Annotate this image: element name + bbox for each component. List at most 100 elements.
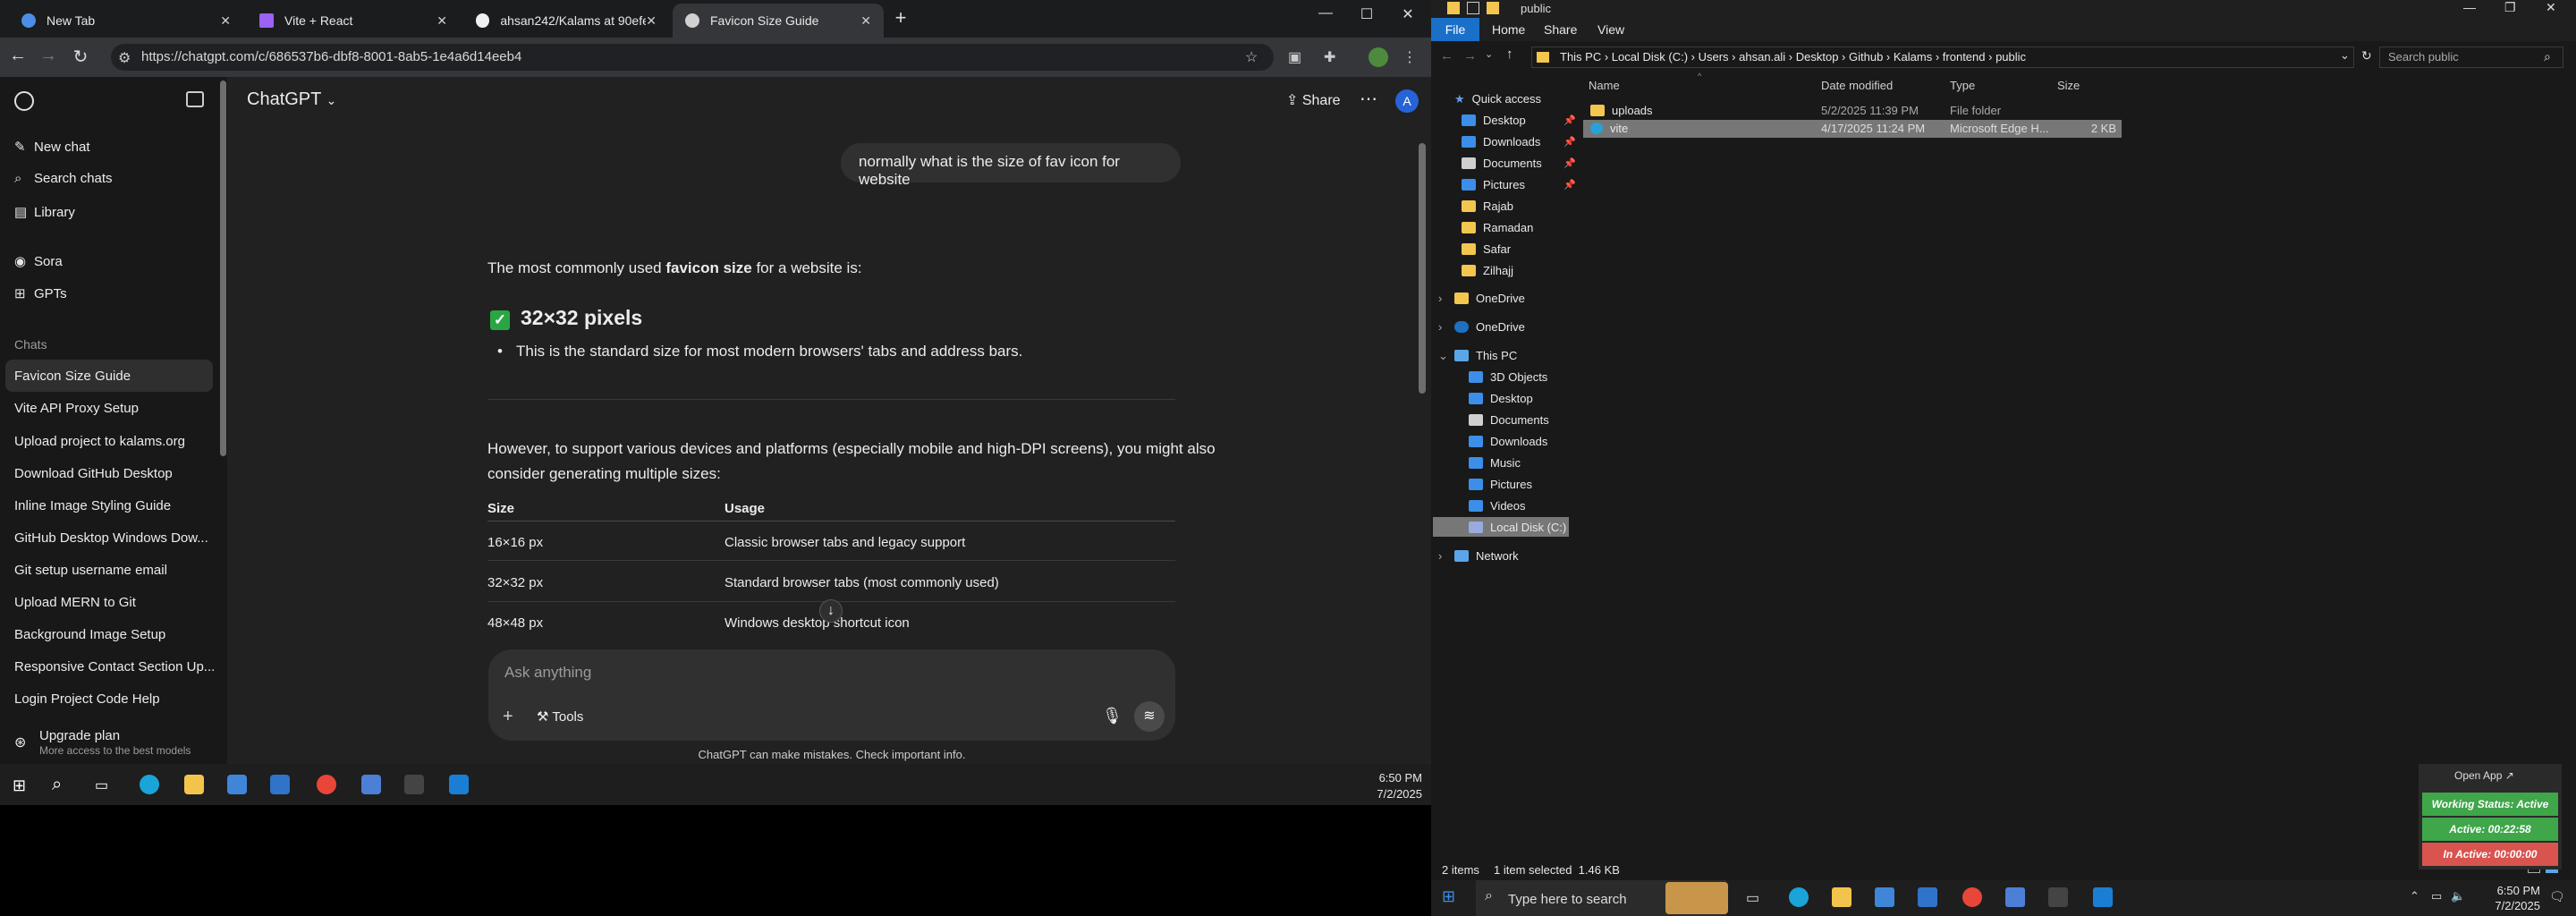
explorer-close[interactable]: ✕ xyxy=(2546,0,2556,15)
close-window-button[interactable]: ✕ xyxy=(1390,5,1426,23)
profile-avatar[interactable] xyxy=(1368,47,1388,67)
tab-new-tab[interactable]: New Tab ✕ xyxy=(9,4,243,38)
nav-documents[interactable]: Documents xyxy=(1462,157,1542,170)
sora-button[interactable]: ◉ Sora xyxy=(14,253,63,269)
chat-item[interactable]: Background Image Setup xyxy=(14,627,165,642)
nav-pictures[interactable]: Pictures xyxy=(1462,178,1525,191)
nav-downloads[interactable]: Downloads xyxy=(1462,135,1540,148)
taskbar-search-input[interactable]: Type here to search xyxy=(1508,892,1627,907)
chat-item[interactable]: GitHub Desktop Windows Dow... xyxy=(14,530,208,546)
taskbar-time[interactable]: 6:50 PM xyxy=(1324,771,1422,785)
network-tray-icon[interactable]: ▭ xyxy=(2431,889,2442,903)
taskbar-date[interactable]: 7/2/2025 xyxy=(1324,787,1422,801)
close-icon[interactable]: ✕ xyxy=(220,13,231,29)
properties-icon[interactable] xyxy=(1467,2,1479,14)
forward-icon[interactable]: → xyxy=(1463,48,1477,64)
save-icon[interactable]: ▣ xyxy=(1288,48,1301,66)
close-icon[interactable]: ✕ xyxy=(436,13,447,29)
store-icon[interactable] xyxy=(227,775,247,794)
back-icon[interactable]: ← xyxy=(1440,48,1453,64)
vscode-icon[interactable] xyxy=(2093,887,2113,907)
nav-pc-desktop[interactable]: Desktop xyxy=(1469,392,1533,405)
task-view-icon[interactable]: ▭ xyxy=(1746,889,1759,907)
site-info-icon[interactable]: ⚙ xyxy=(118,49,131,67)
search-icon[interactable]: ⌕ xyxy=(2544,49,2551,64)
taskbar-date[interactable]: 7/2/2025 xyxy=(2469,899,2540,912)
user-avatar[interactable]: A xyxy=(1395,89,1419,113)
new-chat-button[interactable]: ✎ New chat xyxy=(14,139,90,155)
volume-icon[interactable]: 🔈 xyxy=(2451,889,2465,903)
crumb[interactable]: Local Disk (C:) xyxy=(1612,50,1688,64)
column-date-modified[interactable]: Date modified xyxy=(1821,79,1893,92)
sidebar-scrollbar[interactable] xyxy=(220,81,226,456)
menu-dots-icon[interactable]: ⋮ xyxy=(1402,48,1417,66)
task-view-icon[interactable]: ▭ xyxy=(95,776,108,794)
edge-icon[interactable] xyxy=(1789,887,1809,907)
nav-pc-documents[interactable]: Documents xyxy=(1469,413,1549,427)
library-button[interactable]: ▤ Library xyxy=(14,204,75,220)
nav-desktop[interactable]: Desktop xyxy=(1462,114,1526,127)
toggle-sidebar-icon[interactable] xyxy=(186,91,204,107)
nav-local-disk[interactable]: Local Disk (C:) xyxy=(1469,521,1566,534)
chat-item[interactable]: Responsive Contact Section Up... xyxy=(14,659,215,674)
tab-favicon-size-guide[interactable]: Favicon Size Guide ✕ xyxy=(673,4,884,38)
crumb[interactable]: frontend xyxy=(1943,50,1986,64)
collapse-chevron-icon[interactable]: ⌄ xyxy=(1438,349,1448,363)
ribbon-tab-share[interactable]: Share xyxy=(1544,22,1577,37)
microphone-icon[interactable]: 🎙 xyxy=(1102,707,1123,725)
column-name[interactable]: Name xyxy=(1589,79,1620,92)
windows-start-icon[interactable]: ⊞ xyxy=(13,776,26,795)
chat-item[interactable]: Vite API Proxy Setup xyxy=(14,401,139,416)
app-icon[interactable] xyxy=(361,775,381,794)
chat-item[interactable]: Upload project to kalams.org xyxy=(14,434,185,449)
crumb[interactable]: Kalams xyxy=(1894,50,1932,64)
recent-chevron-icon[interactable]: ⌄ xyxy=(1485,48,1493,60)
chat-item[interactable]: Git setup username email xyxy=(14,563,167,578)
mail-icon[interactable] xyxy=(1918,887,1937,907)
crumb[interactable]: public xyxy=(1996,50,2026,64)
app-icon[interactable] xyxy=(2005,887,2025,907)
windows-start-icon[interactable]: ⊞ xyxy=(1442,887,1455,906)
taskbar-time[interactable]: 6:50 PM xyxy=(2469,884,2540,897)
more-options-icon[interactable]: ⋯ xyxy=(1360,88,1377,110)
close-icon[interactable]: ✕ xyxy=(860,13,871,29)
nav-pc-videos[interactable]: Videos xyxy=(1469,499,1526,513)
nav-pc-pictures[interactable]: Pictures xyxy=(1469,478,1532,491)
upgrade-plan-title[interactable]: Upgrade plan xyxy=(39,728,120,743)
expand-chevron-icon[interactable]: › xyxy=(1438,549,1442,563)
nav-onedrive-2[interactable]: OneDrive xyxy=(1454,320,1525,334)
file-row-uploads[interactable]: uploads xyxy=(1590,104,1653,117)
tools-button[interactable]: ⚒ Tools xyxy=(537,708,583,725)
model-selector[interactable]: ChatGPT ⌄ xyxy=(247,89,336,110)
chat-item[interactable]: Upload MERN to Git xyxy=(14,595,136,610)
explorer-maximize[interactable]: ❐ xyxy=(2504,0,2516,15)
maximize-button[interactable]: ☐ xyxy=(1349,5,1385,23)
column-size[interactable]: Size xyxy=(2057,79,2080,92)
chat-item[interactable]: Inline Image Styling Guide xyxy=(14,498,171,513)
chat-scrollbar[interactable] xyxy=(1419,143,1426,394)
search-icon[interactable]: ⌕ xyxy=(52,775,62,795)
search-chats-button[interactable]: ⌕ Search chats xyxy=(14,171,113,186)
open-app-link[interactable]: Open App ↗ xyxy=(2454,769,2514,782)
tab-github[interactable]: ahsan242/Kalams at 90efe73b6 ✕ xyxy=(463,4,669,38)
terminal-icon[interactable] xyxy=(404,775,424,794)
tray-chevron-icon[interactable]: ⌃ xyxy=(2410,889,2419,903)
nav-pc-music[interactable]: Music xyxy=(1469,456,1521,470)
crumb[interactable]: ahsan.ali xyxy=(1739,50,1785,64)
nav-ramadan[interactable]: Ramadan xyxy=(1462,221,1533,234)
up-icon[interactable]: ↑ xyxy=(1506,47,1513,62)
ribbon-tab-home[interactable]: Home xyxy=(1492,22,1525,37)
extensions-icon[interactable]: ✚ xyxy=(1324,48,1335,66)
store-icon[interactable] xyxy=(1875,887,1894,907)
chrome-taskbar-icon[interactable] xyxy=(1962,887,1982,907)
nav-3d-objects[interactable]: 3D Objects xyxy=(1469,370,1547,384)
back-icon[interactable]: ← xyxy=(5,46,30,66)
crumb[interactable]: Github xyxy=(1849,50,1883,64)
new-tab-button[interactable]: + xyxy=(889,7,912,30)
expand-chevron-icon[interactable]: › xyxy=(1438,320,1442,334)
nav-zilhajj[interactable]: Zilhajj xyxy=(1462,264,1513,277)
new-folder-icon[interactable] xyxy=(1487,2,1499,14)
gpts-button[interactable]: ⊞ GPTs xyxy=(14,285,67,301)
terminal-icon[interactable] xyxy=(2048,887,2068,907)
chrome-taskbar-icon[interactable] xyxy=(317,775,336,794)
